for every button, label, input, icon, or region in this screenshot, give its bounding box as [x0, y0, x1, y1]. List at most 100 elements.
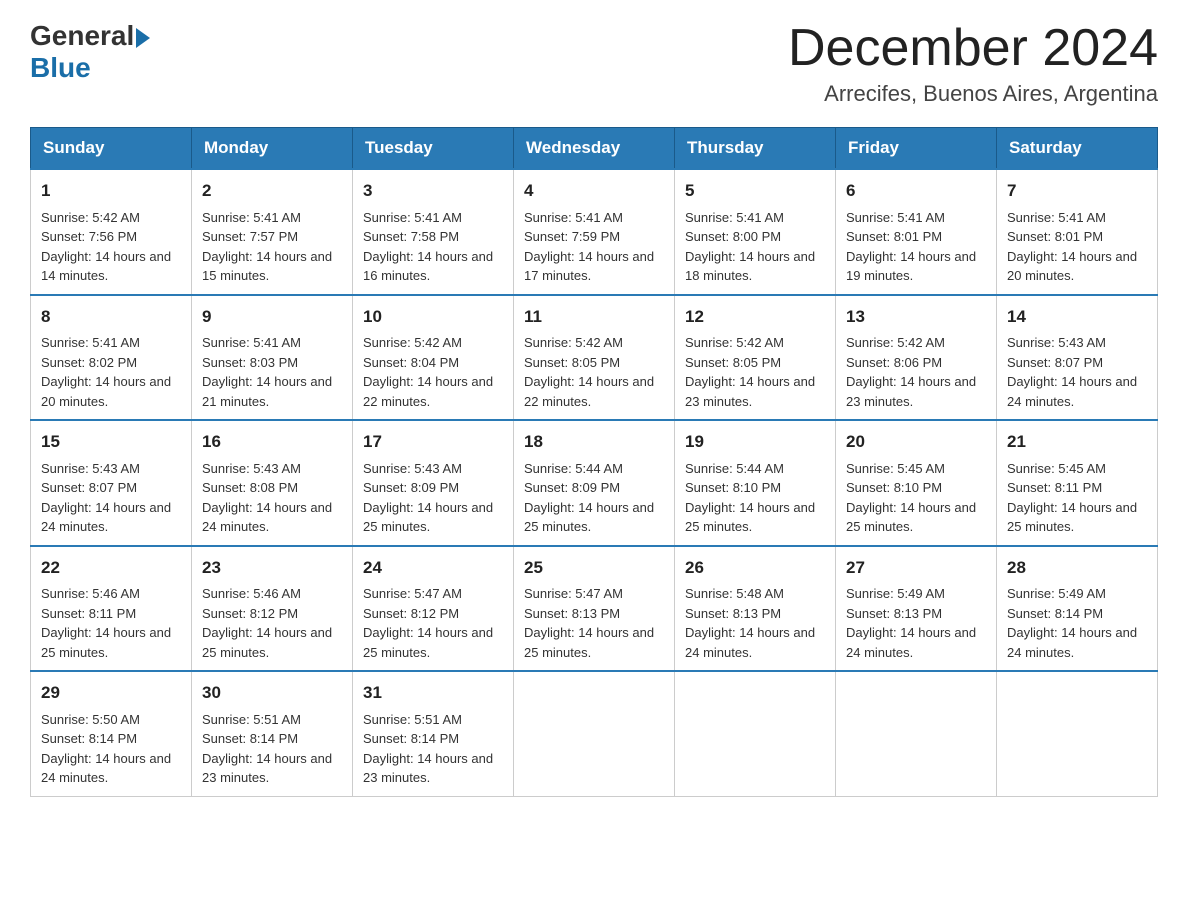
sunrise-text: Sunrise: 5:43 AM — [1007, 335, 1106, 350]
calendar-cell: 26 Sunrise: 5:48 AM Sunset: 8:13 PM Dayl… — [675, 546, 836, 672]
calendar-cell: 22 Sunrise: 5:46 AM Sunset: 8:11 PM Dayl… — [31, 546, 192, 672]
calendar-cell: 12 Sunrise: 5:42 AM Sunset: 8:05 PM Dayl… — [675, 295, 836, 421]
sunset-text: Sunset: 8:00 PM — [685, 229, 781, 244]
calendar-week-row: 29 Sunrise: 5:50 AM Sunset: 8:14 PM Dayl… — [31, 671, 1158, 796]
sunrise-text: Sunrise: 5:49 AM — [1007, 586, 1106, 601]
daylight-text: Daylight: 14 hours and 22 minutes. — [524, 374, 654, 409]
day-number: 29 — [41, 680, 181, 706]
daylight-text: Daylight: 14 hours and 24 minutes. — [41, 500, 171, 535]
calendar-day-header: Sunday — [31, 128, 192, 170]
day-number: 18 — [524, 429, 664, 455]
calendar-day-header: Tuesday — [353, 128, 514, 170]
sunrise-text: Sunrise: 5:51 AM — [202, 712, 301, 727]
calendar-day-header: Friday — [836, 128, 997, 170]
sunset-text: Sunset: 8:10 PM — [685, 480, 781, 495]
daylight-text: Daylight: 14 hours and 23 minutes. — [363, 751, 493, 786]
calendar-cell: 7 Sunrise: 5:41 AM Sunset: 8:01 PM Dayli… — [997, 169, 1158, 295]
sunset-text: Sunset: 8:14 PM — [41, 731, 137, 746]
day-number: 1 — [41, 178, 181, 204]
calendar-week-row: 15 Sunrise: 5:43 AM Sunset: 8:07 PM Dayl… — [31, 420, 1158, 546]
sunset-text: Sunset: 8:07 PM — [1007, 355, 1103, 370]
sunrise-text: Sunrise: 5:43 AM — [41, 461, 140, 476]
sunset-text: Sunset: 8:05 PM — [685, 355, 781, 370]
calendar-cell: 19 Sunrise: 5:44 AM Sunset: 8:10 PM Dayl… — [675, 420, 836, 546]
logo-blue-text: Blue — [30, 52, 91, 84]
sunrise-text: Sunrise: 5:42 AM — [524, 335, 623, 350]
sunrise-text: Sunrise: 5:41 AM — [41, 335, 140, 350]
sunrise-text: Sunrise: 5:47 AM — [524, 586, 623, 601]
sunset-text: Sunset: 8:08 PM — [202, 480, 298, 495]
daylight-text: Daylight: 14 hours and 18 minutes. — [685, 249, 815, 284]
sunrise-text: Sunrise: 5:41 AM — [202, 335, 301, 350]
daylight-text: Daylight: 14 hours and 23 minutes. — [202, 751, 332, 786]
calendar-cell: 17 Sunrise: 5:43 AM Sunset: 8:09 PM Dayl… — [353, 420, 514, 546]
day-number: 24 — [363, 555, 503, 581]
sunrise-text: Sunrise: 5:41 AM — [202, 210, 301, 225]
sunset-text: Sunset: 8:14 PM — [202, 731, 298, 746]
day-number: 26 — [685, 555, 825, 581]
day-number: 30 — [202, 680, 342, 706]
daylight-text: Daylight: 14 hours and 25 minutes. — [363, 625, 493, 660]
daylight-text: Daylight: 14 hours and 21 minutes. — [202, 374, 332, 409]
daylight-text: Daylight: 14 hours and 25 minutes. — [1007, 500, 1137, 535]
month-title: December 2024 — [788, 20, 1158, 77]
sunrise-text: Sunrise: 5:50 AM — [41, 712, 140, 727]
calendar-cell: 3 Sunrise: 5:41 AM Sunset: 7:58 PM Dayli… — [353, 169, 514, 295]
calendar-cell: 13 Sunrise: 5:42 AM Sunset: 8:06 PM Dayl… — [836, 295, 997, 421]
sunrise-text: Sunrise: 5:46 AM — [41, 586, 140, 601]
calendar-week-row: 22 Sunrise: 5:46 AM Sunset: 8:11 PM Dayl… — [31, 546, 1158, 672]
calendar-cell: 10 Sunrise: 5:42 AM Sunset: 8:04 PM Dayl… — [353, 295, 514, 421]
sunrise-text: Sunrise: 5:51 AM — [363, 712, 462, 727]
day-number: 7 — [1007, 178, 1147, 204]
calendar-cell: 30 Sunrise: 5:51 AM Sunset: 8:14 PM Dayl… — [192, 671, 353, 796]
calendar-cell — [997, 671, 1158, 796]
calendar-day-header: Thursday — [675, 128, 836, 170]
day-number: 9 — [202, 304, 342, 330]
calendar-table: SundayMondayTuesdayWednesdayThursdayFrid… — [30, 127, 1158, 797]
calendar-cell: 31 Sunrise: 5:51 AM Sunset: 8:14 PM Dayl… — [353, 671, 514, 796]
logo-general-text: General — [30, 20, 134, 52]
calendar-cell: 8 Sunrise: 5:41 AM Sunset: 8:02 PM Dayli… — [31, 295, 192, 421]
sunset-text: Sunset: 7:57 PM — [202, 229, 298, 244]
daylight-text: Daylight: 14 hours and 19 minutes. — [846, 249, 976, 284]
sunrise-text: Sunrise: 5:45 AM — [1007, 461, 1106, 476]
daylight-text: Daylight: 14 hours and 24 minutes. — [202, 500, 332, 535]
sunset-text: Sunset: 8:13 PM — [524, 606, 620, 621]
daylight-text: Daylight: 14 hours and 25 minutes. — [524, 625, 654, 660]
calendar-cell: 6 Sunrise: 5:41 AM Sunset: 8:01 PM Dayli… — [836, 169, 997, 295]
sunset-text: Sunset: 8:06 PM — [846, 355, 942, 370]
daylight-text: Daylight: 14 hours and 24 minutes. — [1007, 374, 1137, 409]
calendar-cell: 5 Sunrise: 5:41 AM Sunset: 8:00 PM Dayli… — [675, 169, 836, 295]
day-number: 12 — [685, 304, 825, 330]
calendar-cell: 16 Sunrise: 5:43 AM Sunset: 8:08 PM Dayl… — [192, 420, 353, 546]
sunset-text: Sunset: 8:05 PM — [524, 355, 620, 370]
calendar-week-row: 8 Sunrise: 5:41 AM Sunset: 8:02 PM Dayli… — [31, 295, 1158, 421]
sunrise-text: Sunrise: 5:44 AM — [685, 461, 784, 476]
day-number: 10 — [363, 304, 503, 330]
calendar-day-header: Saturday — [997, 128, 1158, 170]
daylight-text: Daylight: 14 hours and 25 minutes. — [846, 500, 976, 535]
sunrise-text: Sunrise: 5:48 AM — [685, 586, 784, 601]
sunrise-text: Sunrise: 5:42 AM — [41, 210, 140, 225]
calendar-cell: 21 Sunrise: 5:45 AM Sunset: 8:11 PM Dayl… — [997, 420, 1158, 546]
calendar-cell: 24 Sunrise: 5:47 AM Sunset: 8:12 PM Dayl… — [353, 546, 514, 672]
location-subtitle: Arrecifes, Buenos Aires, Argentina — [788, 81, 1158, 107]
sunrise-text: Sunrise: 5:41 AM — [846, 210, 945, 225]
day-number: 28 — [1007, 555, 1147, 581]
sunrise-text: Sunrise: 5:42 AM — [363, 335, 462, 350]
sunrise-text: Sunrise: 5:49 AM — [846, 586, 945, 601]
day-number: 27 — [846, 555, 986, 581]
sunset-text: Sunset: 7:59 PM — [524, 229, 620, 244]
day-number: 8 — [41, 304, 181, 330]
sunset-text: Sunset: 8:12 PM — [363, 606, 459, 621]
calendar-header-row: SundayMondayTuesdayWednesdayThursdayFrid… — [31, 128, 1158, 170]
calendar-week-row: 1 Sunrise: 5:42 AM Sunset: 7:56 PM Dayli… — [31, 169, 1158, 295]
sunrise-text: Sunrise: 5:41 AM — [1007, 210, 1106, 225]
daylight-text: Daylight: 14 hours and 14 minutes. — [41, 249, 171, 284]
day-number: 3 — [363, 178, 503, 204]
sunset-text: Sunset: 8:13 PM — [685, 606, 781, 621]
sunrise-text: Sunrise: 5:45 AM — [846, 461, 945, 476]
page-header: General Blue December 2024 Arrecifes, Bu… — [30, 20, 1158, 107]
calendar-cell: 20 Sunrise: 5:45 AM Sunset: 8:10 PM Dayl… — [836, 420, 997, 546]
sunset-text: Sunset: 8:11 PM — [41, 606, 136, 621]
